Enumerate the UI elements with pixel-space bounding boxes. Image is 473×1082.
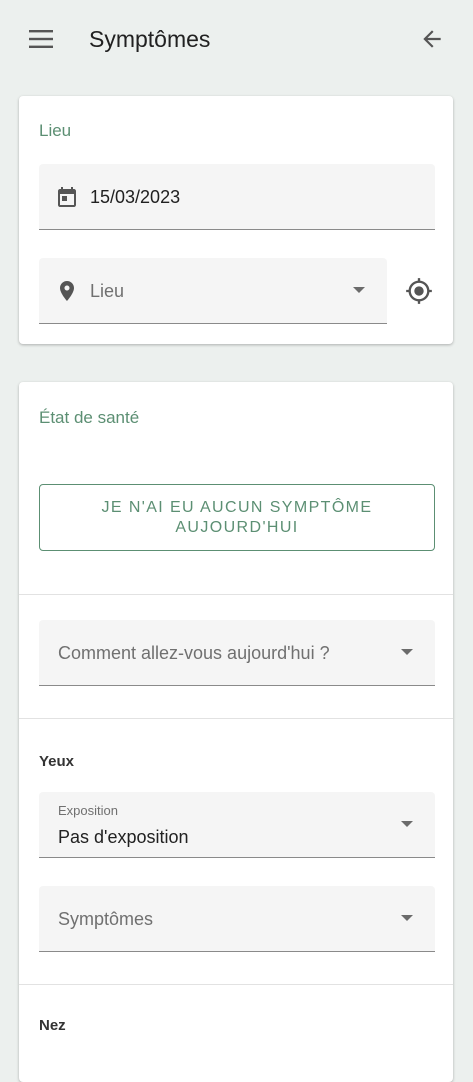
symptomes-placeholder: Symptômes [58, 909, 154, 929]
exposition-label: Exposition [58, 803, 118, 818]
location-select[interactable]: Lieu [39, 258, 387, 324]
lieu-card: Lieu 15/03/2023 Lieu [19, 96, 453, 344]
mood-placeholder: Comment allez-vous aujourd'hui ? [58, 643, 330, 663]
lieu-section-title: Lieu [39, 121, 72, 140]
my-location-icon[interactable] [405, 277, 433, 305]
yeux-symptomes-select[interactable]: Symptômes [39, 886, 435, 952]
location-placeholder: Lieu [90, 281, 125, 301]
calendar-icon [58, 187, 76, 207]
yeux-group-label: Yeux [39, 753, 75, 770]
app-bar: Symptômes [0, 0, 473, 78]
mood-select[interactable]: Comment allez-vous aujourd'hui ? [39, 620, 435, 686]
chevron-down-icon [401, 649, 413, 655]
menu-icon[interactable] [28, 27, 54, 51]
nez-group-label: Nez [39, 1017, 66, 1034]
chevron-down-icon [401, 821, 413, 827]
no-symptom-button[interactable]: JE N'AI EU AUCUN SYMPTÔME AUJOURD'HUI [39, 484, 435, 551]
yeux-exposition-select[interactable]: Exposition Pas d'exposition [39, 792, 435, 858]
chevron-down-icon [353, 287, 365, 293]
location-pin-icon [60, 281, 74, 301]
date-value: 15/03/2023 [90, 187, 181, 207]
divider [19, 594, 453, 595]
page-title: Symptômes [89, 26, 211, 52]
sante-card: État de santé JE N'AI EU AUCUN SYMPTÔME … [19, 382, 453, 1082]
divider [19, 718, 453, 719]
sante-section-title: État de santé [39, 408, 140, 427]
chevron-down-icon [401, 915, 413, 921]
date-field[interactable]: 15/03/2023 [39, 164, 435, 230]
arrow-back-icon[interactable] [419, 26, 445, 52]
divider [19, 984, 453, 985]
exposition-value: Pas d'exposition [58, 827, 189, 847]
